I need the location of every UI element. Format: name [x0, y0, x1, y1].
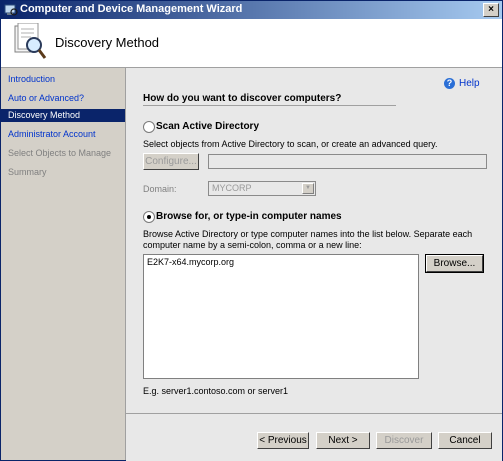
computer-names-textarea[interactable]: E2K7-x64.mycorp.org — [143, 254, 419, 379]
browse-computer-names-radio[interactable] — [143, 211, 155, 223]
previous-button[interactable]: < Previous — [257, 432, 309, 449]
question-divider — [143, 105, 396, 106]
wizard-footer: < Previous Next > Discover Cancel — [126, 413, 502, 461]
domain-combobox[interactable]: MYCORP ▼ — [208, 181, 316, 196]
discovery-question: How do you want to discover computers? — [143, 93, 342, 104]
title-bar[interactable]: Computer and Device Management Wizard × — [1, 1, 502, 19]
sidebar-item-summary: Summary — [8, 167, 47, 177]
wizard-app-icon — [4, 4, 18, 16]
cancel-button[interactable]: Cancel — [438, 432, 492, 449]
browse-button[interactable]: Browse... — [425, 254, 484, 273]
example-text: E.g. server1.contoso.com or server1 — [143, 386, 289, 396]
window-title: Computer and Device Management Wizard — [20, 3, 243, 15]
discovery-wizard-icon — [14, 23, 47, 59]
scan-active-directory-description: Select objects from Active Directory to … — [143, 139, 438, 149]
discover-button: Discover — [376, 432, 432, 449]
domain-value: MYCORP — [212, 183, 252, 193]
help-label: Help — [459, 78, 480, 89]
scan-active-directory-label[interactable]: Scan Active Directory — [156, 121, 259, 132]
help-link[interactable]: ? Help — [444, 78, 480, 89]
wizard-steps-sidebar: Introduction Auto or Advanced? Discovery… — [1, 68, 126, 460]
page-title: Discovery Method — [55, 35, 160, 50]
browse-computer-names-label[interactable]: Browse for, or type-in computer names — [156, 211, 342, 222]
query-field[interactable] — [208, 154, 487, 169]
sidebar-item-discovery-method[interactable]: Discovery Method — [1, 109, 125, 122]
wizard-window: Computer and Device Management Wizard × … — [0, 0, 503, 461]
scan-active-directory-radio[interactable] — [143, 121, 155, 133]
sidebar-item-administrator-account[interactable]: Administrator Account — [1, 128, 125, 141]
help-icon: ? — [444, 78, 455, 89]
browse-description-line1: Browse Active Directory or type computer… — [143, 229, 473, 239]
browse-description-line2: computer name by a semi-colon, comma or … — [143, 240, 362, 250]
main-content: ? Help How do you want to discover compu… — [126, 68, 502, 413]
next-button[interactable]: Next > — [316, 432, 370, 449]
sidebar-item-select-objects: Select Objects to Manage — [8, 148, 112, 158]
domain-label: Domain: — [143, 184, 177, 194]
configure-button[interactable]: Configure... — [143, 153, 199, 170]
sidebar-item-auto-or-advanced[interactable]: Auto or Advanced? — [1, 92, 125, 105]
close-button[interactable]: × — [483, 3, 499, 17]
sidebar-item-introduction[interactable]: Introduction — [1, 73, 125, 86]
wizard-header: Discovery Method — [1, 19, 502, 68]
chevron-down-icon[interactable]: ▼ — [302, 183, 314, 194]
